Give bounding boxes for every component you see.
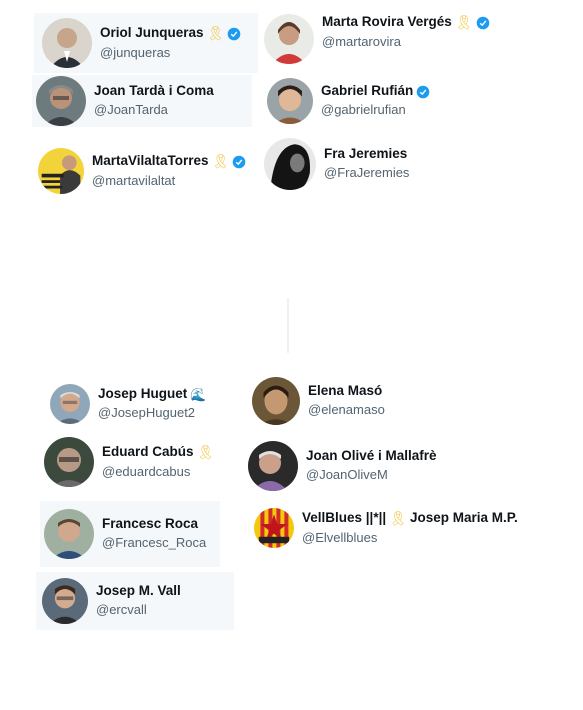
account-card-junqueras[interactable]: Oriol Junqueras 🎗 @junqueras — [34, 13, 260, 73]
yellow-ribbon-icon: 🎗 — [454, 14, 473, 31]
avatar — [38, 148, 84, 194]
account-name: Francesc Roca — [102, 516, 199, 532]
account-card-martarovira[interactable]: Marta Rovira Vergés 🎗 @martarovira — [258, 5, 508, 73]
account-handle: @elenamaso — [308, 402, 385, 418]
avatar — [44, 509, 94, 559]
avatar — [267, 78, 313, 124]
avatar — [254, 508, 294, 548]
account-handle: @junqueras — [100, 44, 171, 60]
account-card-joanolivem[interactable]: Joan Olivé i Mallafrè @JoanOliveM — [248, 438, 488, 494]
account-name: Gabriel Rufián — [321, 83, 414, 99]
account-name: VellBlues ||*|| — [302, 510, 387, 526]
account-name: Josep M. Vall — [96, 583, 181, 599]
verified-badge-icon — [476, 16, 489, 30]
account-name: Marta Rovira Vergés — [322, 14, 452, 30]
account-handle: @JoanTarda — [94, 102, 168, 118]
account-handle: @martavilaltat — [92, 172, 176, 188]
account-name-suffix: Josep Maria M.P. — [409, 510, 518, 526]
divider — [287, 298, 289, 353]
avatar — [50, 384, 90, 424]
account-card-joantarda[interactable]: Joan Tardà i Coma @JoanTarda — [32, 75, 252, 127]
account-name: Fra Jeremies — [324, 146, 408, 162]
account-handle: @FraJeremies — [324, 165, 410, 181]
account-handle: @gabrielrufian — [321, 102, 406, 118]
account-name: Josep Huguet — [98, 386, 188, 402]
account-name: Joan Olivé i Mallafrè — [306, 448, 437, 464]
account-name: Eduard Cabús — [102, 444, 194, 460]
verified-badge-icon — [233, 155, 246, 169]
account-handle: @JosepHuguet2 — [98, 405, 196, 421]
avatar — [252, 377, 300, 425]
account-handle: @Elvellblues — [302, 529, 378, 545]
verified-badge-icon — [416, 85, 430, 99]
account-handle: @martarovira — [322, 33, 401, 49]
avatar — [36, 76, 86, 126]
yellow-ribbon-icon: 🎗 — [389, 510, 407, 527]
account-handle: @ercvall — [96, 602, 147, 618]
account-card-ercvall[interactable]: Josep M. Vall @ercvall — [36, 572, 234, 630]
account-name: Joan Tardà i Coma — [94, 83, 214, 99]
account-handle: @JoanOliveM — [306, 467, 388, 483]
account-card-eduardcabus[interactable]: Eduard Cabús 🎗 @eduardcabus — [40, 434, 250, 490]
account-handle: @Francesc_Roca — [102, 535, 207, 551]
account-handle: @eduardcabus — [102, 463, 191, 479]
avatar — [248, 441, 298, 491]
account-name: Elena Masó — [308, 383, 383, 399]
avatar — [264, 14, 314, 64]
verified-badge-icon — [228, 27, 241, 41]
avatar — [42, 18, 92, 68]
account-card-josephuguet[interactable]: Josep Huguet 🌊 @JosepHuguet2 — [46, 378, 246, 430]
avatar — [42, 578, 88, 624]
account-card-martavilaltat[interactable]: MartaVilaltaTorres 🎗 @martavilaltat — [34, 145, 260, 197]
yellow-ribbon-icon: 🎗 — [196, 444, 215, 461]
avatar — [264, 138, 316, 190]
account-name: MartaVilaltaTorres — [92, 153, 209, 169]
avatar — [44, 437, 94, 487]
account-card-frajeremies[interactable]: Fra Jeremies @FraJeremies — [262, 137, 482, 191]
account-name: Oriol Junqueras — [100, 25, 204, 41]
wave-icon: 🌊 — [190, 386, 207, 402]
account-card-elenamaso[interactable]: Elena Masó @elenamaso — [252, 374, 472, 428]
account-card-francescroca[interactable]: Francesc Roca @Francesc_Roca — [40, 501, 220, 567]
account-card-gabrielrufian[interactable]: Gabriel Rufián @gabrielrufian — [262, 75, 482, 127]
yellow-ribbon-icon: 🎗 — [211, 153, 230, 170]
yellow-ribbon-icon: 🎗 — [206, 25, 225, 42]
account-card-elvellblues[interactable]: VellBlues ||*|| 🎗 Josep Maria M.P. @Elvell… — [254, 506, 564, 550]
